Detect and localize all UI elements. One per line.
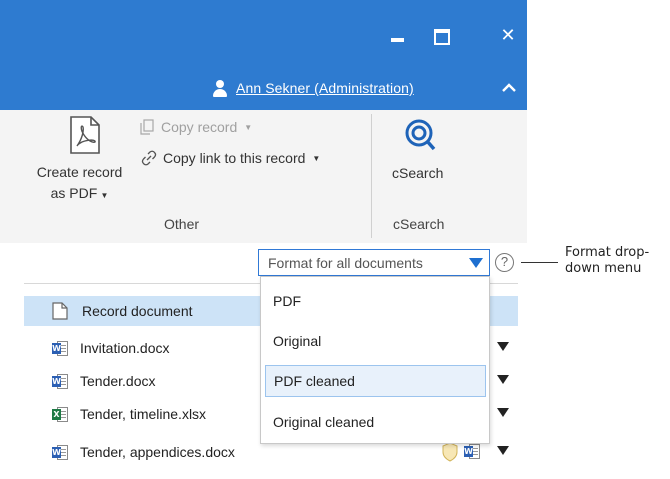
title-bar: ✕ Ann Sekner (Administration)	[0, 0, 527, 110]
format-option-original[interactable]: Original	[265, 325, 486, 357]
ribbon-group-divider	[371, 114, 372, 238]
row-dropdown-icon[interactable]	[497, 446, 509, 455]
callout-label: Format drop-down menu	[565, 245, 650, 276]
csearch-icon	[405, 119, 436, 151]
copy-record-button[interactable]: Copy record ▼	[139, 119, 252, 135]
chevron-up-icon	[502, 83, 516, 92]
copy-link-label: Copy link to this record	[163, 150, 306, 166]
ribbon-group-csearch-label: cSearch	[393, 216, 445, 232]
ribbon: Create record as PDF ▼ Copy record ▼ Copy…	[0, 110, 527, 243]
caret-down-icon: ▼	[98, 191, 109, 200]
row-dropdown-icon[interactable]	[497, 375, 509, 384]
format-option-pdf-cleaned[interactable]: PDF cleaned	[265, 365, 486, 397]
record-document-icon	[52, 302, 70, 320]
create-pdf-label-line2: as PDF	[50, 185, 98, 201]
user-name-link[interactable]: Ann Sekner (Administration)	[236, 80, 414, 96]
word-file-icon: W	[52, 373, 68, 390]
format-dropdown-label: Format for all documents	[268, 254, 423, 271]
copy-icon	[140, 119, 154, 135]
format-dropdown[interactable]: Format for all documents	[258, 249, 490, 276]
link-icon	[141, 150, 157, 166]
format-dropdown-menu: PDF Original PDF cleaned Original cleane…	[260, 276, 490, 444]
word-format-icon: W	[464, 443, 480, 460]
collapse-ribbon-button[interactable]	[499, 78, 519, 98]
maximize-icon	[434, 29, 450, 45]
create-pdf-button[interactable]: Create record as PDF ▼	[22, 162, 137, 206]
app-window: ✕ Ann Sekner (Administration) Create rec…	[0, 0, 527, 479]
document-name: Tender.docx	[80, 373, 156, 389]
pdf-file-icon	[70, 116, 100, 154]
copy-link-button[interactable]: Copy link to this record ▼	[141, 150, 320, 166]
word-file-icon: W	[52, 444, 68, 461]
csearch-button-icon[interactable]	[403, 118, 437, 152]
excel-file-icon: X	[52, 406, 68, 423]
copy-record-label: Copy record	[161, 119, 238, 135]
document-name: Invitation.docx	[80, 340, 170, 356]
ribbon-group-other-label: Other	[164, 216, 200, 232]
caret-down-icon: ▼	[244, 122, 253, 132]
csearch-button[interactable]: cSearch	[392, 165, 443, 181]
shield-icon	[442, 442, 458, 462]
create-pdf-button-icon[interactable]	[68, 115, 102, 155]
caret-down-icon: ▼	[312, 153, 321, 163]
create-pdf-label-line1: Create record	[36, 164, 123, 180]
row-dropdown-icon[interactable]	[497, 342, 509, 351]
format-option-original-cleaned[interactable]: Original cleaned	[265, 406, 486, 438]
document-name: Tender, appendices.docx	[80, 444, 235, 460]
triangle-down-icon	[469, 258, 483, 268]
document-name: Tender, timeline.xlsx	[80, 406, 207, 422]
callout-line	[521, 262, 558, 263]
word-file-icon: W	[52, 340, 68, 357]
help-icon[interactable]: ?	[495, 253, 514, 272]
user-account[interactable]: Ann Sekner (Administration)	[212, 78, 414, 98]
maximize-button[interactable]	[427, 22, 455, 50]
close-button[interactable]: ✕	[494, 22, 522, 50]
document-name: Record document	[82, 303, 193, 319]
minimize-button[interactable]	[384, 22, 412, 50]
minimize-icon	[391, 38, 404, 42]
user-icon	[212, 79, 228, 97]
format-option-pdf[interactable]: PDF	[265, 285, 486, 317]
row-dropdown-icon[interactable]	[497, 408, 509, 417]
